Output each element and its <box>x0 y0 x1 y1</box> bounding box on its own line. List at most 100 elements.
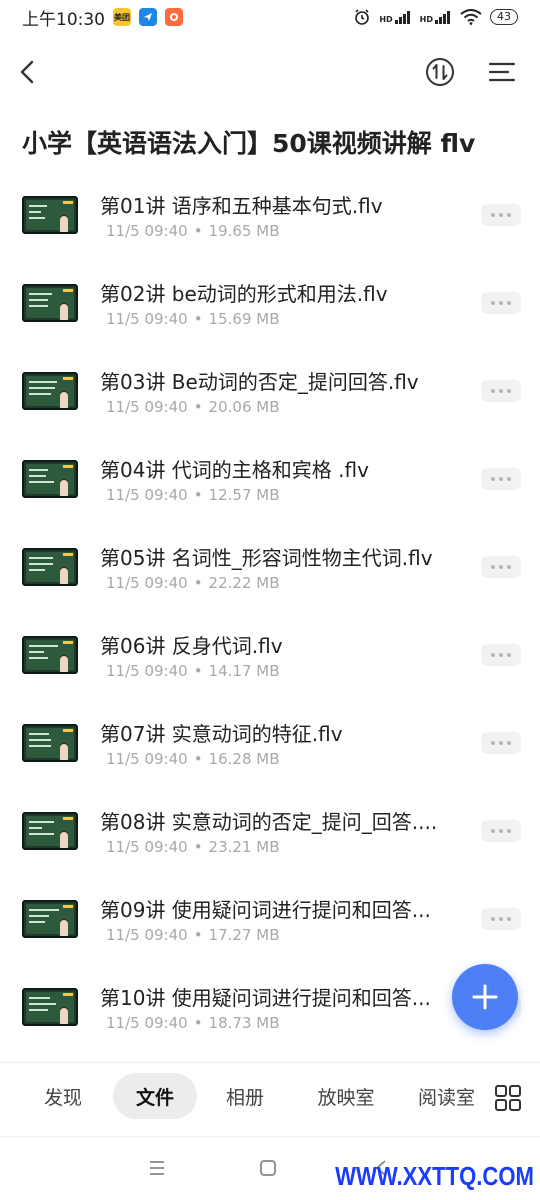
more-options-button[interactable] <box>481 380 521 402</box>
more-icon <box>491 477 511 481</box>
add-button[interactable] <box>452 964 518 1030</box>
file-date: 11/5 09:40 <box>106 750 188 768</box>
grid-button[interactable] <box>494 1084 522 1112</box>
more-options-button[interactable] <box>481 204 521 226</box>
more-options-button[interactable] <box>481 644 521 666</box>
sort-button[interactable] <box>424 56 456 88</box>
video-thumbnail <box>22 284 78 322</box>
file-size: 14.17 MB <box>208 662 280 680</box>
file-name: 第01讲 语序和五种基本句式.flv <box>100 194 383 218</box>
watermark-text: WWW.XXTTQ.COM <box>335 1161 534 1191</box>
meta-separator: • <box>193 574 203 592</box>
bottom-tab-bar: 发现 文件 相册 放映室 阅读室 <box>0 1062 540 1128</box>
file-meta: 11/5 09:40 • 22.22 MB <box>106 574 280 592</box>
menu-button[interactable] <box>486 56 518 88</box>
more-icon <box>491 741 511 745</box>
file-size: 15.69 MB <box>208 310 280 328</box>
file-date: 11/5 09:40 <box>106 1014 188 1032</box>
signal-2: HD <box>420 10 452 24</box>
more-icon <box>491 565 511 569</box>
file-size: 22.22 MB <box>208 574 280 592</box>
menu-icon <box>488 62 516 82</box>
video-thumbnail <box>22 548 78 586</box>
signal-1: HD <box>379 10 411 24</box>
sort-icon <box>426 58 454 86</box>
wifi-icon <box>460 9 482 25</box>
tab-screening-room[interactable]: 放映室 <box>304 1073 388 1119</box>
more-options-button[interactable] <box>481 468 521 490</box>
file-meta: 11/5 09:40 • 15.69 MB <box>106 310 280 328</box>
plus-icon <box>472 984 498 1010</box>
video-thumbnail <box>22 812 78 850</box>
meta-separator: • <box>193 398 203 416</box>
file-meta: 11/5 09:40 • 16.28 MB <box>106 750 280 768</box>
meta-separator: • <box>193 1014 203 1032</box>
file-size: 16.28 MB <box>208 750 280 768</box>
file-row[interactable]: 第07讲 实意动词的特征.flv 11/5 09:40 • 16.28 MB <box>0 698 540 786</box>
tab-files[interactable]: 文件 <box>113 1073 197 1119</box>
tab-reading-room[interactable]: 阅读室 <box>418 1073 496 1119</box>
file-row[interactable]: 第03讲 Be动词的否定_提问回答.flv 11/5 09:40 • 20.06 MB <box>0 346 540 434</box>
more-options-button[interactable] <box>481 292 521 314</box>
file-meta: 11/5 09:40 • 12.57 MB <box>106 486 280 504</box>
video-thumbnail <box>22 636 78 674</box>
more-options-button[interactable] <box>481 908 521 930</box>
alarm-icon <box>355 9 370 25</box>
back-button[interactable] <box>14 56 46 88</box>
system-nav-bar: WWW.XXTTQ.COM <box>0 1136 540 1200</box>
file-row[interactable]: 第09讲 使用疑问词进行提问和回答... 11/5 09:40 • 17.27 MB <box>0 874 540 962</box>
file-name: 第03讲 Be动词的否定_提问回答.flv <box>100 370 419 394</box>
grid-icon <box>495 1085 521 1111</box>
tab-discover[interactable]: 发现 <box>30 1073 96 1119</box>
file-name: 第04讲 代词的主格和宾格 .flv <box>100 458 369 482</box>
file-size: 12.57 MB <box>208 486 280 504</box>
chevron-left-icon <box>20 60 34 84</box>
file-meta: 11/5 09:40 • 20.06 MB <box>106 398 280 416</box>
file-date: 11/5 09:40 <box>106 662 188 680</box>
file-size: 18.73 MB <box>208 1014 280 1032</box>
file-meta: 11/5 09:40 • 23.21 MB <box>106 838 280 856</box>
file-date: 11/5 09:40 <box>106 838 188 856</box>
file-row[interactable]: 第02讲 be动词的形式和用法.flv 11/5 09:40 • 15.69 MB <box>0 258 540 346</box>
file-date: 11/5 09:40 <box>106 574 188 592</box>
file-meta: 11/5 09:40 • 14.17 MB <box>106 662 280 680</box>
file-name: 第05讲 名词性_形容词性物主代词.flv <box>100 546 433 570</box>
meta-separator: • <box>193 926 203 944</box>
meta-separator: • <box>193 310 203 328</box>
file-date: 11/5 09:40 <box>106 310 188 328</box>
file-name: 第07讲 实意动词的特征.flv <box>100 722 343 746</box>
more-icon <box>491 917 511 921</box>
file-meta: 11/5 09:40 • 17.27 MB <box>106 926 280 944</box>
file-name: 第10讲 使用疑问词进行提问和回答... <box>100 986 431 1010</box>
file-row[interactable]: 第08讲 实意动词的否定_提问_回答.... 11/5 09:40 • 23.21 M… <box>0 786 540 874</box>
file-row[interactable]: 第06讲 反身代词.flv 11/5 09:40 • 14.17 MB <box>0 610 540 698</box>
more-icon <box>491 213 511 217</box>
file-row[interactable]: 第01讲 语序和五种基本句式.flv 11/5 09:40 • 19.65 MB <box>0 170 540 258</box>
video-thumbnail <box>22 900 78 938</box>
status-bar: 上午10:30 美团 HD HD 43 <box>0 0 540 34</box>
app-notification-icon-2 <box>165 8 183 26</box>
file-row[interactable]: 第04讲 代词的主格和宾格 .flv 11/5 09:40 • 12.57 MB <box>0 434 540 522</box>
file-size: 23.21 MB <box>208 838 280 856</box>
file-date: 11/5 09:40 <box>106 486 188 504</box>
video-thumbnail <box>22 988 78 1026</box>
file-date: 11/5 09:40 <box>106 222 188 240</box>
more-options-button[interactable] <box>481 732 521 754</box>
file-name: 第08讲 实意动词的否定_提问_回答.... <box>100 810 438 834</box>
tab-album[interactable]: 相册 <box>212 1073 278 1119</box>
home-icon[interactable] <box>259 1159 277 1177</box>
more-options-button[interactable] <box>481 820 521 842</box>
file-row[interactable]: 第05讲 名词性_形容词性物主代词.flv 11/5 09:40 • 22.22 MB <box>0 522 540 610</box>
more-options-button[interactable] <box>481 556 521 578</box>
recent-apps-icon[interactable] <box>147 1159 167 1177</box>
app-notification-icon <box>139 8 157 26</box>
file-size: 19.65 MB <box>208 222 280 240</box>
more-icon <box>491 829 511 833</box>
page-title: 小学【英语语法入门】50课视频讲解 flv <box>22 129 476 158</box>
file-name: 第06讲 反身代词.flv <box>100 634 283 658</box>
file-date: 11/5 09:40 <box>106 926 188 944</box>
more-icon <box>491 301 511 305</box>
meta-separator: • <box>193 222 203 240</box>
battery-indicator: 43 <box>490 9 518 25</box>
meta-separator: • <box>193 486 203 504</box>
